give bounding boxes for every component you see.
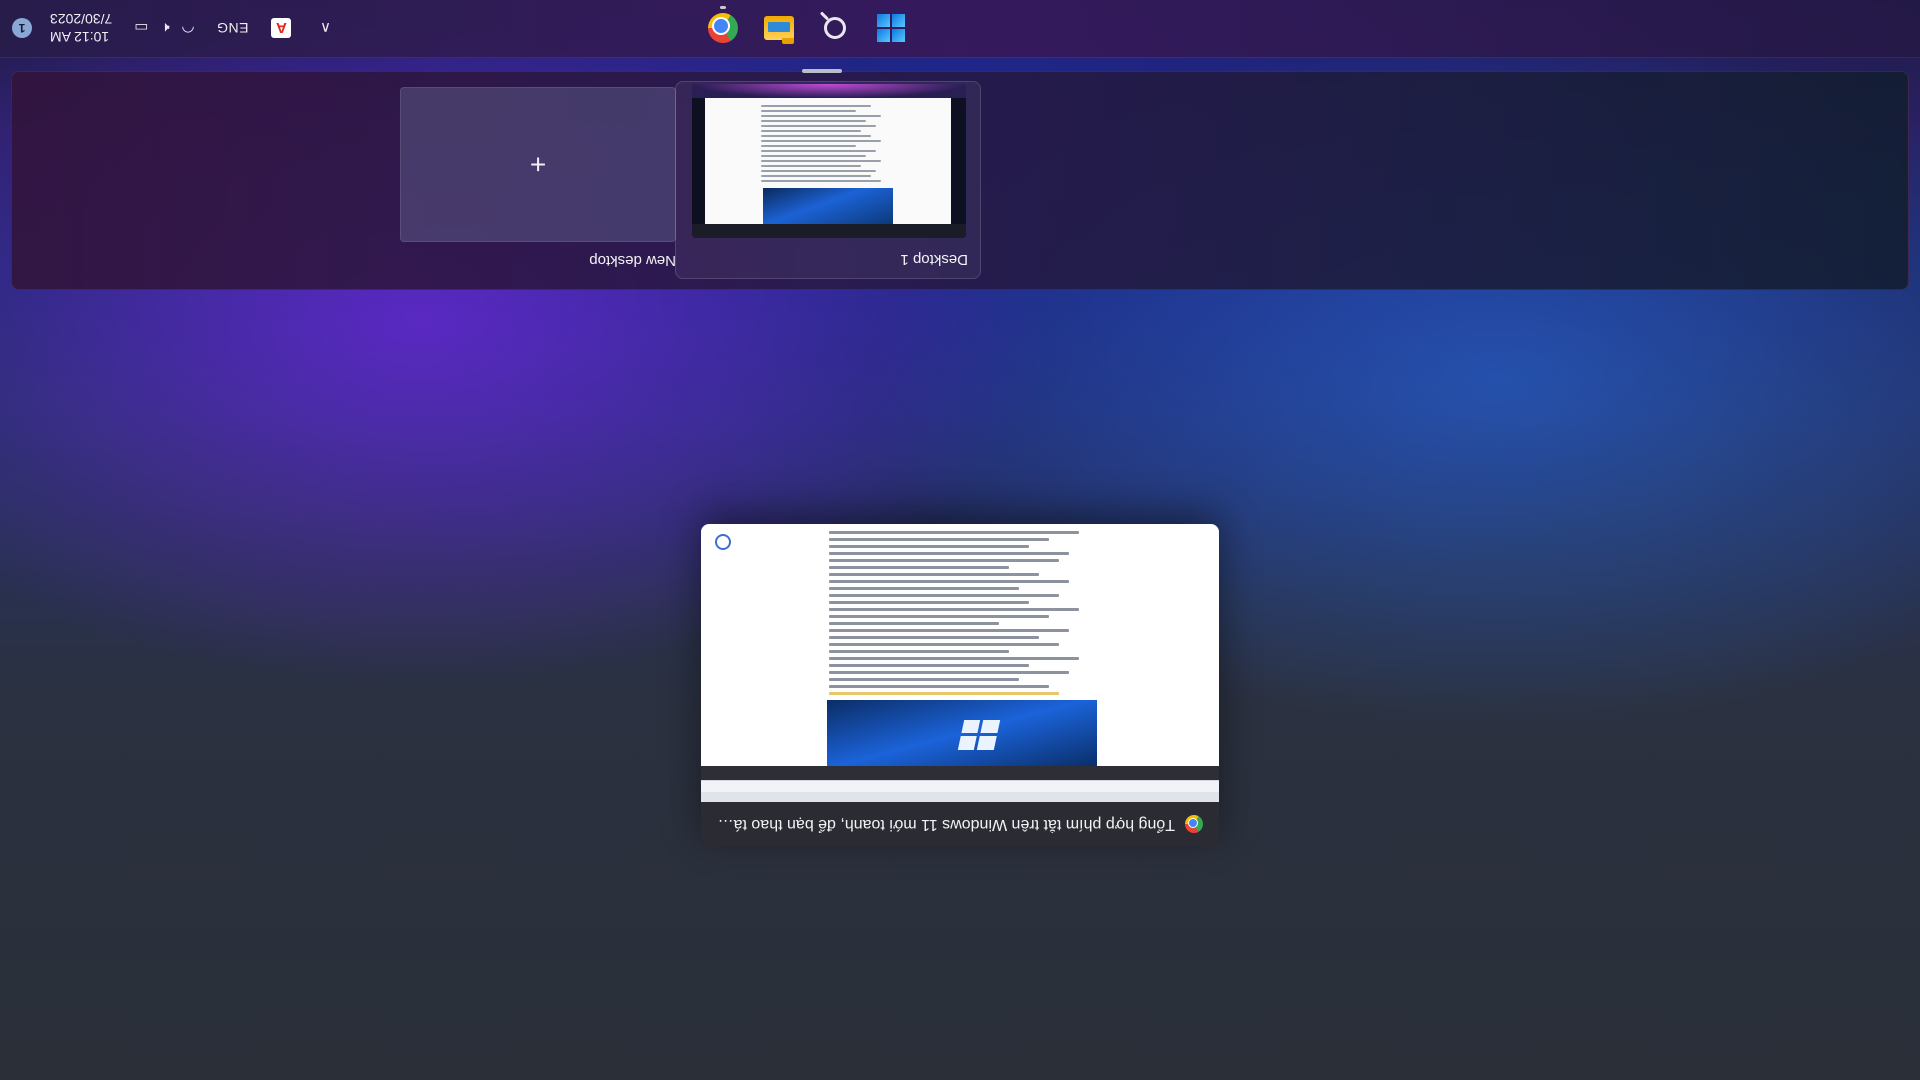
chrome-taskbar-button[interactable]: [700, 5, 746, 51]
windows-start-icon: [877, 14, 905, 42]
taskbar: ∧ A ENG ◠ 🔈︎ ▭ 10:12 AM 7/30/2023 1: [0, 0, 1920, 58]
file-explorer-button[interactable]: [756, 5, 802, 51]
quick-settings-button[interactable]: ◠ 🔈︎ ▭: [130, 19, 198, 37]
search-icon: [824, 17, 846, 39]
wifi-icon: ◠: [181, 19, 195, 36]
new-desktop-button[interactable]: +: [400, 87, 676, 242]
preview-bookmarks-bar: [701, 766, 1219, 780]
virtual-desktops-bar: Desktop 1 New desktop +: [11, 69, 1909, 290]
notification-badge[interactable]: 1: [12, 18, 32, 38]
start-button[interactable]: [868, 5, 914, 51]
preview-tab-strip: [701, 792, 1219, 802]
volume-icon: 🔈︎: [160, 19, 170, 37]
plus-icon: +: [529, 149, 547, 181]
preview-hero-image: [827, 700, 1097, 766]
search-button[interactable]: [812, 5, 858, 51]
input-language-indicator[interactable]: ENG: [213, 20, 253, 36]
chrome-icon: [1185, 815, 1203, 833]
window-thumbnail-chrome[interactable]: Tổng hợp phím tắt trên Windows 11 mới to…: [701, 524, 1219, 846]
file-explorer-icon: [764, 16, 794, 40]
clock-time: 10:12 AM: [50, 29, 110, 45]
task-view-screen: Tổng hợp phím tắt trên Windows 11 mới to…: [0, 0, 1920, 1080]
desktop-1-label: Desktop 1: [900, 251, 968, 268]
desktop-1-card[interactable]: Desktop 1: [675, 69, 981, 279]
battery-icon: ▭: [134, 19, 149, 36]
chevron-up-icon: ∧: [319, 19, 331, 36]
adobe-tray-button[interactable]: A: [266, 13, 296, 43]
adobe-acrobat-icon: A: [271, 18, 292, 38]
window-title-bar[interactable]: Tổng hợp phím tắt trên Windows 11 mới to…: [701, 802, 1219, 846]
desktop-drag-handle[interactable]: [802, 69, 842, 73]
clock-button[interactable]: 10:12 AM 7/30/2023: [46, 10, 116, 46]
clock-date: 7/30/2023: [50, 11, 113, 27]
new-desktop-card[interactable]: New desktop +: [380, 81, 686, 279]
new-desktop-label: New desktop: [589, 252, 676, 269]
show-hidden-icons-button[interactable]: ∧: [310, 13, 340, 43]
system-tray: ∧ A ENG ◠ 🔈︎ ▭ 10:12 AM 7/30/2023 1: [12, 0, 340, 57]
window-title: Tổng hợp phím tắt trên Windows 11 mới to…: [715, 816, 1175, 833]
taskbar-pinned-apps: [700, 0, 914, 57]
windows-logo-icon: [957, 720, 1001, 750]
desktop-1-preview: [692, 84, 966, 238]
window-preview-image: [701, 524, 1219, 802]
preview-address-bar: [701, 780, 1219, 792]
site-logo-icon: [715, 534, 731, 550]
chrome-icon: [708, 13, 738, 43]
